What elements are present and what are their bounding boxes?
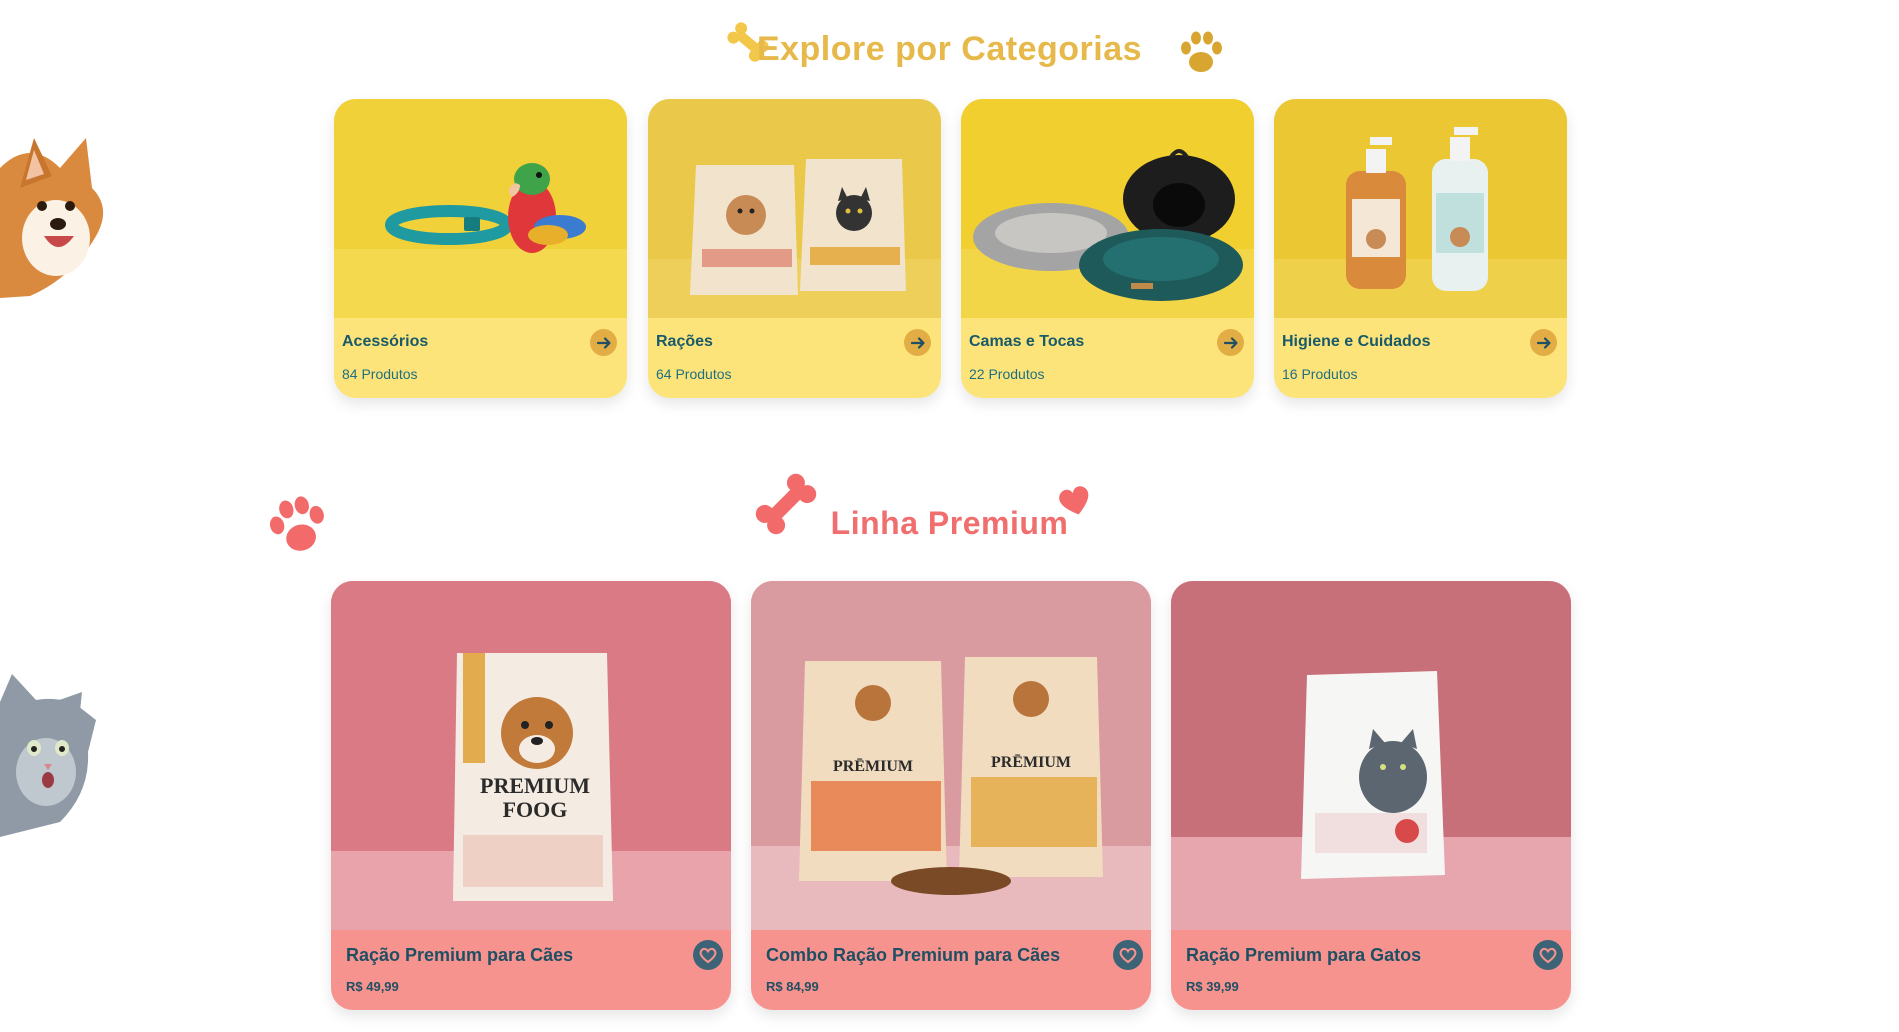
category-arrow-button[interactable] (1530, 329, 1557, 356)
category-image-camas-tocas (961, 99, 1254, 318)
product-name: Ração Premium para Cães (346, 945, 574, 965)
product-image-racao-premium-caes: PREMIUM FOOG (331, 581, 731, 930)
category-count: 84 Produtos (342, 366, 418, 382)
category-label: Acessórios (342, 333, 429, 350)
category-card-acessorios[interactable]: Acessórios 84 Produtos (334, 99, 627, 398)
product-name: Ração Premium para Gatos (1186, 945, 1422, 965)
category-count: 22 Produtos (969, 366, 1045, 382)
svg-text:PRĒMIUM: PRĒMIUM (991, 753, 1071, 771)
heart-outline-icon (699, 947, 717, 964)
arrow-right-icon (1536, 336, 1551, 349)
cat-mascot-image (0, 674, 96, 837)
categories-title: Explore por Categorias (756, 30, 1143, 68)
product-card[interactable]: PRĒMIUM PRĒMIUM Combo Ração Premium para… (751, 581, 1151, 1010)
svg-text:FOOG: FOOG (503, 797, 568, 822)
heart-outline-icon (1119, 947, 1137, 964)
product-name: Combo Ração Premium para Cães (766, 945, 1061, 965)
paw-icon (1181, 31, 1222, 72)
heart-outline-icon (1539, 947, 1557, 964)
svg-text:PRĒMIUM: PRĒMIUM (833, 757, 913, 775)
category-card-camas-tocas[interactable]: Camas e Tocas 22 Produtos (961, 99, 1254, 398)
dog-mascot-image (0, 138, 104, 298)
product-price: R$ 84,99 (766, 979, 819, 994)
premium-title: Linha Premium (830, 505, 1069, 541)
category-label: Rações (656, 333, 713, 350)
category-label: Higiene e Cuidados (1282, 333, 1431, 350)
favorite-button[interactable] (1533, 940, 1563, 970)
svg-text:PREMIUM: PREMIUM (480, 773, 590, 798)
arrow-right-icon (596, 336, 611, 349)
category-card-higiene-cuidados[interactable]: Higiene e Cuidados 16 Produtos (1274, 99, 1567, 398)
category-card-racoes[interactable]: Rações 64 Produtos (648, 99, 941, 398)
favorite-button[interactable] (1113, 940, 1143, 970)
page: Explore por Categorias Acessórios 84 Pro… (0, 0, 1899, 1032)
category-arrow-button[interactable] (1217, 329, 1244, 356)
product-card[interactable]: Ração Premium para Gatos R$ 39,99 (1171, 581, 1571, 1010)
product-image-combo-racao-premium-caes: PRĒMIUM PRĒMIUM (751, 581, 1151, 930)
category-label: Camas e Tocas (969, 333, 1085, 350)
favorite-button[interactable] (693, 940, 723, 970)
heart-icon (1059, 486, 1089, 515)
arrow-right-icon (910, 336, 925, 349)
category-image-higiene-cuidados (1274, 99, 1567, 318)
category-count: 16 Produtos (1282, 366, 1358, 382)
category-arrow-button[interactable] (904, 329, 931, 356)
arrow-right-icon (1223, 336, 1238, 349)
category-arrow-button[interactable] (590, 329, 617, 356)
category-image-acessorios (334, 99, 627, 318)
product-image-racao-premium-gatos (1171, 581, 1571, 930)
category-count: 64 Produtos (656, 366, 732, 382)
product-price: R$ 39,99 (1186, 979, 1239, 994)
category-image-racoes (648, 99, 941, 318)
product-price: R$ 49,99 (346, 979, 399, 994)
product-card[interactable]: PREMIUM FOOG Ração Premium para Cães R$ … (331, 581, 731, 1010)
